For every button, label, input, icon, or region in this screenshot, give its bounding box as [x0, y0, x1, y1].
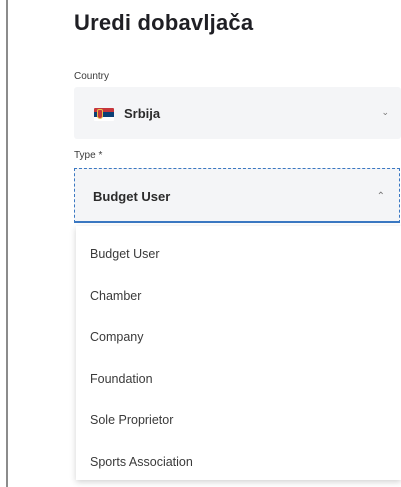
serbia-flag-icon: [94, 108, 114, 121]
type-option-foundation[interactable]: Foundation: [76, 359, 401, 401]
type-label: Type *: [74, 150, 103, 161]
country-select[interactable]: Srbija ⌄: [74, 87, 401, 139]
page-title: Uredi dobavljača: [74, 10, 254, 35]
chevron-down-icon: ⌄: [381, 107, 389, 117]
chevron-up-icon: ⌃: [376, 191, 385, 202]
type-dropdown-menu: Budget User Chamber Company Foundation S…: [76, 226, 401, 480]
type-option-budget-user[interactable]: Budget User: [76, 234, 401, 276]
left-divider: [6, 0, 8, 487]
type-option-sports-association[interactable]: Sports Association: [76, 442, 401, 484]
type-option-company[interactable]: Company: [76, 317, 401, 359]
country-label: Country: [74, 71, 110, 82]
country-value: Srbija: [124, 106, 161, 121]
type-select[interactable]: Budget User ⌃: [74, 168, 400, 223]
type-value: Budget User: [93, 189, 171, 204]
type-option-chamber[interactable]: Chamber: [76, 276, 401, 318]
type-option-sole-proprietor[interactable]: Sole Proprietor: [76, 400, 401, 442]
